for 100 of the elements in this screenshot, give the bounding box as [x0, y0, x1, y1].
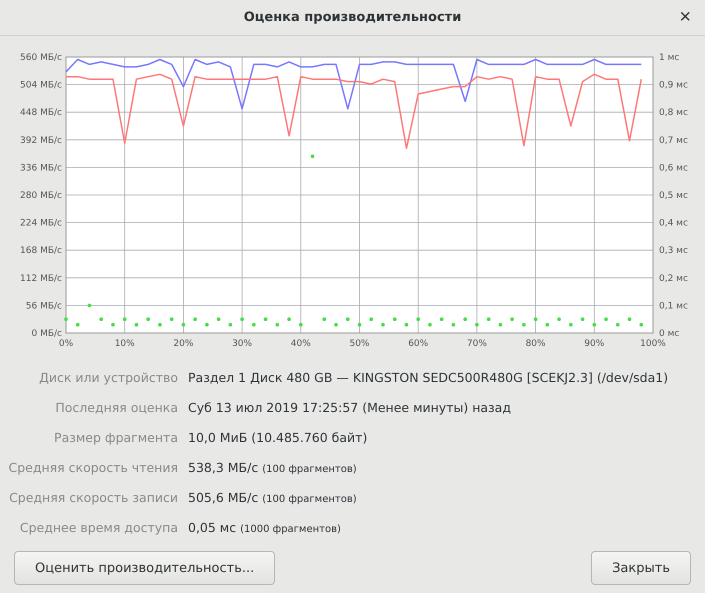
access-time-point	[404, 322, 408, 327]
access-time-point	[428, 322, 432, 327]
field-note: (100 фрагментов)	[262, 463, 357, 477]
access-time-point	[264, 317, 268, 321]
access-time-point	[240, 317, 244, 321]
access-time-point	[440, 317, 444, 321]
access-time-point	[99, 317, 104, 321]
access-time-point	[381, 322, 385, 327]
access-time-point	[392, 317, 397, 321]
access-time-point	[557, 317, 561, 321]
axis-label: 30%	[232, 339, 252, 349]
close-button[interactable]: ×	[675, 6, 695, 28]
access-time-point	[76, 322, 80, 327]
axis-label: 0,5 мс	[659, 191, 688, 201]
access-time-point	[580, 317, 584, 321]
access-time-point	[299, 322, 303, 327]
field-label: Средняя скорость чтения	[7, 459, 178, 477]
access-time-point	[334, 322, 338, 327]
axis-label: 224 МБ/с	[20, 218, 62, 229]
access-time-point	[111, 322, 115, 327]
access-time-point	[522, 322, 526, 327]
axis-label: 40%	[290, 339, 311, 349]
axis-label: 56 МБ/с	[26, 301, 62, 312]
field-value: 10,0 МиБ (10.485.760 байт)	[188, 429, 368, 447]
axis-label: 80%	[526, 339, 546, 349]
dialog-button[interactable]: Закрыть	[591, 551, 691, 585]
field-label: Средняя скорость записи	[8, 489, 178, 507]
axis-label: 560 МБ/с	[20, 53, 62, 63]
access-time-point	[486, 317, 490, 321]
access-time-point	[158, 322, 162, 327]
access-time-point	[628, 317, 632, 321]
access-time-point	[287, 317, 291, 321]
access-time-point	[592, 322, 596, 327]
axis-label: 0,9 мс	[659, 80, 688, 91]
access-time-point	[228, 322, 232, 327]
field-label: Размер фрагмента	[53, 429, 178, 447]
axis-label: 70%	[466, 339, 487, 349]
field-value: Суб 13 июл 2019 17:25:57 (Менее минуты) назад	[188, 399, 511, 417]
axis-label: 280 МБ/с	[20, 191, 62, 201]
field-value: 538,3 МБ/с	[188, 459, 258, 477]
axis-label: 0,7 мс	[659, 136, 688, 146]
access-time-point	[88, 304, 92, 308]
axis-label: 448 МБ/с	[20, 108, 62, 118]
axis-label: 50%	[350, 339, 370, 349]
axis-label: 20%	[173, 339, 194, 349]
access-time-point	[639, 322, 644, 327]
axis-label: 0,1 мс	[659, 301, 688, 312]
axis-label: 112 МБ/с	[20, 274, 62, 284]
access-time-point	[276, 322, 280, 327]
axis-label: 504 МБ/с	[20, 80, 62, 91]
axis-label: 336 МБ/с	[20, 163, 62, 174]
access-time-point	[416, 317, 420, 321]
field-label: Последняя оценка	[54, 399, 178, 417]
axis-label: 0,3 мс	[659, 246, 688, 256]
axis-label: 168 МБ/с	[20, 246, 62, 256]
access-time-point	[546, 322, 550, 327]
axis-label: 90%	[584, 339, 604, 349]
access-time-point	[64, 317, 68, 321]
access-time-point	[569, 322, 573, 327]
field-label: Среднее время доступа	[18, 519, 178, 537]
access-time-point	[534, 317, 538, 321]
access-time-point	[170, 317, 174, 321]
field-value: Раздел 1 Диск 480 GB — KINGSTON SEDC500R480G [SCEKJ2.3] (/dev/sda1)	[188, 369, 668, 387]
access-time-point	[122, 317, 126, 321]
axis-label: 100%	[640, 339, 666, 349]
access-time-point	[510, 317, 514, 321]
access-time-point	[134, 322, 138, 327]
access-time-point	[205, 322, 209, 327]
access-time-point	[146, 317, 150, 321]
axis-label: 0,4 мс	[659, 218, 688, 229]
axis-label: 0%	[58, 339, 74, 349]
access-time-point	[475, 322, 479, 327]
access-time-point	[346, 317, 350, 321]
access-time-point	[182, 322, 186, 327]
access-time-point	[452, 322, 456, 327]
access-time-point	[498, 322, 502, 327]
axis-label: 0,6 мс	[659, 163, 688, 174]
access-time-point	[252, 322, 256, 327]
access-time-point	[310, 154, 314, 158]
axis-label: 1 мс	[659, 53, 680, 63]
field-note: (1000 фрагментов)	[240, 523, 341, 537]
axis-label: 60%	[408, 339, 428, 349]
access-time-point	[193, 317, 197, 321]
dialog-button[interactable]: Оценить производительность...	[14, 551, 276, 585]
field-note: (100 фрагментов)	[262, 493, 357, 507]
axis-label: 0 МБ/с	[31, 329, 62, 339]
access-time-point	[369, 317, 374, 321]
axis-label: 0 мс	[659, 329, 680, 339]
access-time-point	[216, 317, 220, 321]
axis-label: 392 МБ/с	[20, 136, 62, 146]
window-title: Оценка производительности	[244, 10, 462, 25]
access-time-point	[358, 322, 362, 327]
axis-label: 0,8 мс	[659, 108, 688, 118]
field-label: Диск или устройство	[38, 369, 178, 387]
axis-label: 0,2 мс	[659, 274, 688, 284]
field-value: 505,6 МБ/с	[188, 489, 258, 507]
access-time-point	[322, 317, 326, 321]
access-time-point	[463, 317, 467, 321]
axis-label: 10%	[114, 339, 135, 349]
field-value: 0,05 мс	[188, 519, 236, 537]
